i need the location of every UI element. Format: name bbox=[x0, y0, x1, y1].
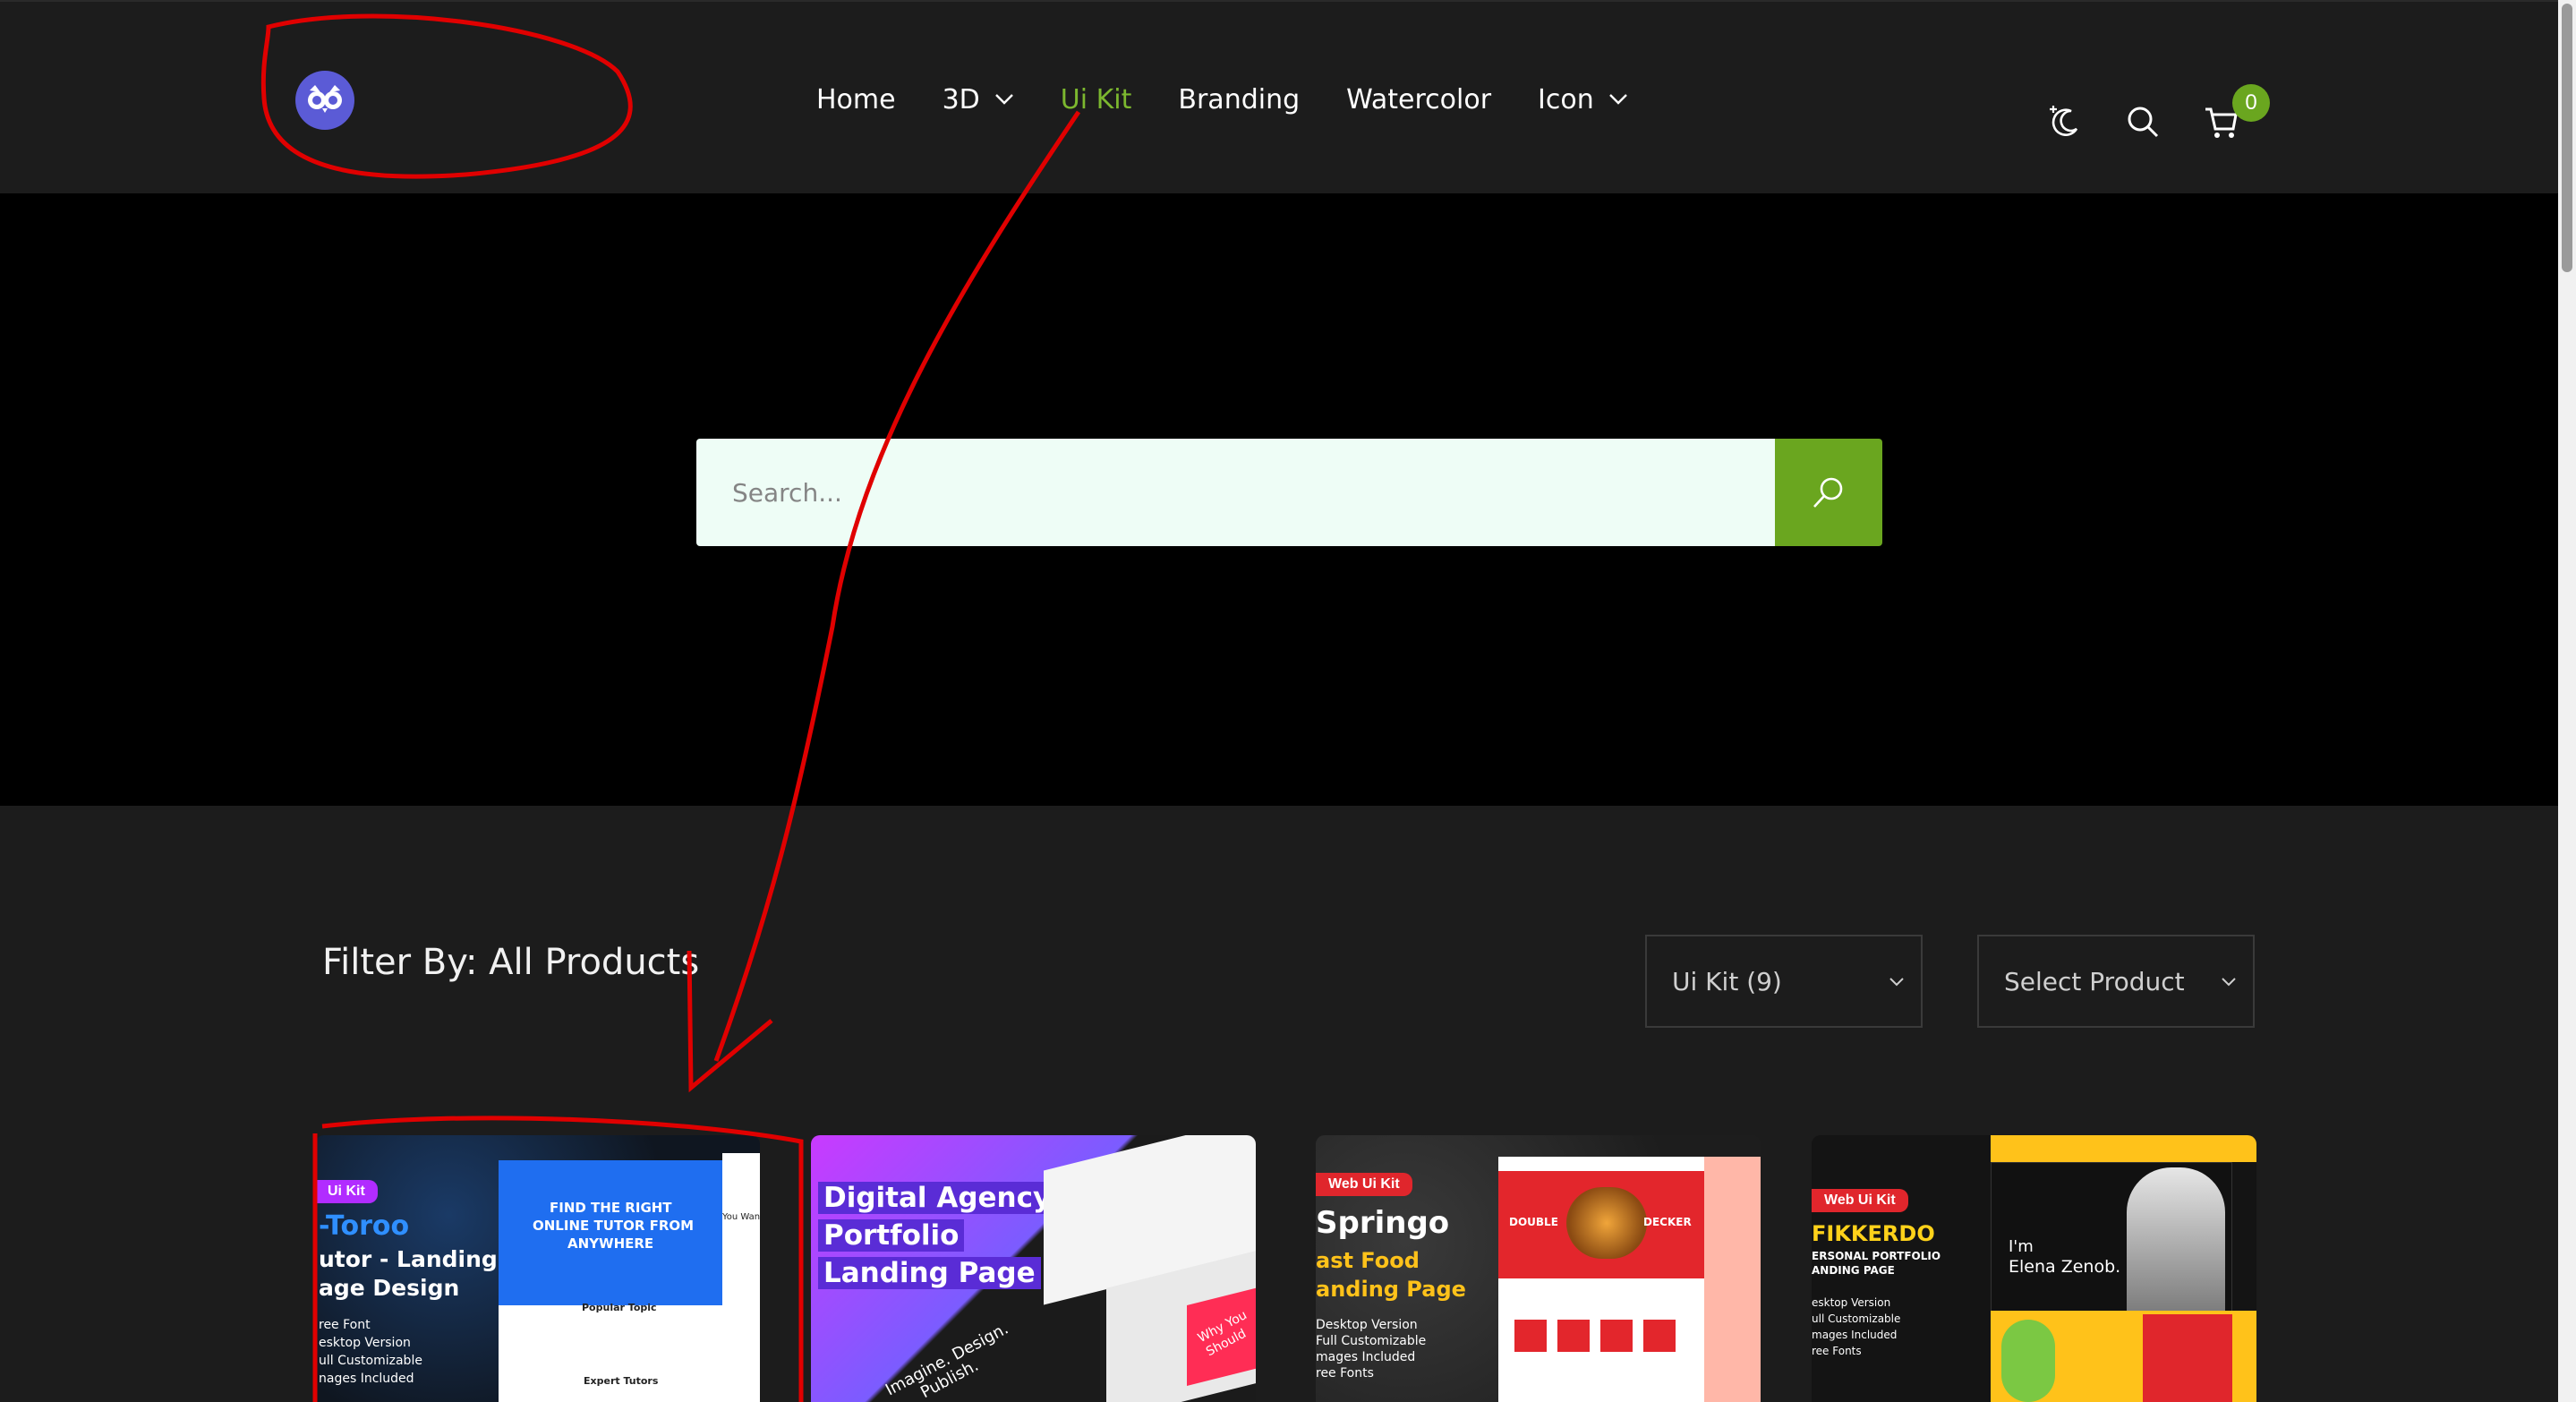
nav-ui-kit[interactable]: Ui Kit bbox=[1061, 84, 1132, 115]
hero-section bbox=[0, 193, 2576, 806]
mockup-banner-text: DOUBLE bbox=[1509, 1216, 1558, 1228]
mockup-banner-text: DECKER bbox=[1643, 1216, 1692, 1228]
card-feature: Full Customizable bbox=[1316, 1334, 1427, 1348]
card-feature: esktop Version bbox=[1812, 1296, 1891, 1309]
nav-icon[interactable]: Icon bbox=[1538, 84, 1628, 115]
scrollbar-thumb[interactable] bbox=[2562, 4, 2572, 272]
chevron-down-icon bbox=[1889, 978, 1904, 987]
mockup-hero-text: I'm bbox=[2009, 1237, 2034, 1256]
card-feature: nages Included bbox=[319, 1372, 414, 1386]
product-select[interactable]: Select Product bbox=[1977, 935, 2255, 1028]
cart-count-badge: 0 bbox=[2232, 84, 2270, 122]
card-subtitle: age Design bbox=[319, 1275, 460, 1301]
search-icon bbox=[1813, 477, 1843, 508]
category-select[interactable]: Ui Kit (9) bbox=[1645, 935, 1923, 1028]
product-card-toroo[interactable]: Ui Kit -Toroo utor - Landing age Design … bbox=[315, 1135, 760, 1402]
filter-heading: Filter By: All Products bbox=[322, 942, 700, 983]
card-title: Portfolio bbox=[818, 1219, 965, 1252]
card-title: Landing Page bbox=[818, 1257, 1041, 1289]
nav-3d[interactable]: 3D bbox=[943, 84, 1014, 115]
card-subtitle: ast Food bbox=[1316, 1248, 1420, 1273]
card-title: Digital Agency bbox=[818, 1182, 1057, 1214]
mockup-section: Expert Tutors bbox=[584, 1375, 659, 1387]
product-card-springo[interactable]: Web Ui Kit Springo ast Food anding Page … bbox=[1316, 1135, 1761, 1402]
mockup-section: Popular Topic bbox=[582, 1302, 657, 1313]
main-nav: Home 3D Ui Kit Branding Watercolor Icon bbox=[816, 79, 1675, 120]
menu-tile bbox=[1557, 1320, 1590, 1352]
portrait-image bbox=[2127, 1167, 2225, 1320]
card-subtitle: ANDING PAGE bbox=[1812, 1264, 1895, 1277]
card-tag: Web Ui Kit bbox=[1316, 1173, 1412, 1196]
products-section: Filter By: All Products Ui Kit (9) Selec… bbox=[0, 806, 2576, 1402]
search-icon[interactable] bbox=[2123, 102, 2162, 141]
burger-image bbox=[1566, 1187, 1647, 1259]
nav-branding[interactable]: Branding bbox=[1178, 84, 1300, 115]
card-subtitle: utor - Landing bbox=[319, 1246, 498, 1272]
dark-mode-moon-icon[interactable] bbox=[2044, 102, 2084, 141]
search-input[interactable] bbox=[696, 439, 1775, 546]
product-card-fikkerdo[interactable]: Web Ui Kit FIKKERDO ERSONAL PORTFOLIO AN… bbox=[1812, 1135, 2256, 1402]
mockup-gallery-tile bbox=[2143, 1314, 2232, 1402]
card-feature: Desktop Version bbox=[1316, 1318, 1418, 1332]
card-feature: mages Included bbox=[1316, 1350, 1416, 1364]
mockup-figure bbox=[2001, 1320, 2055, 1402]
mockup-headline: ONLINE TUTOR FROM bbox=[533, 1218, 695, 1234]
card-subtitle: ERSONAL PORTFOLIO bbox=[1812, 1250, 1941, 1262]
owl-logo-icon[interactable] bbox=[295, 71, 354, 130]
product-card-digital-agency[interactable]: Digital Agency Portfolio Landing Page Im… bbox=[811, 1135, 1256, 1402]
card-feature: ull Customizable bbox=[1812, 1312, 1901, 1325]
nav-home[interactable]: Home bbox=[816, 84, 896, 115]
chevron-down-icon bbox=[2222, 978, 2236, 987]
menu-tile bbox=[1600, 1320, 1633, 1352]
mockup-topbar bbox=[1991, 1135, 2256, 1162]
chevron-down-icon bbox=[1608, 94, 1627, 105]
mockup-side-page bbox=[722, 1153, 760, 1402]
card-feature: ull Customizable bbox=[319, 1354, 422, 1368]
mockup-side-text: You Want bbox=[722, 1212, 760, 1222]
card-title: Springo bbox=[1316, 1205, 1450, 1241]
card-title: -Toroo bbox=[319, 1210, 410, 1242]
card-feature: ree Fonts bbox=[1812, 1345, 1862, 1357]
menu-tile bbox=[1643, 1320, 1676, 1352]
mockup-side-page bbox=[1704, 1157, 1761, 1402]
card-feature: ree Font bbox=[319, 1318, 371, 1332]
nav-watercolor[interactable]: Watercolor bbox=[1346, 84, 1491, 115]
mockup-hero-text: Elena Zenob. bbox=[2009, 1257, 2121, 1277]
card-feature: mages Included bbox=[1812, 1329, 1898, 1341]
chevron-down-icon bbox=[994, 94, 1013, 105]
menu-tile bbox=[1514, 1320, 1547, 1352]
mockup-screen-lower bbox=[499, 1305, 722, 1402]
site-header: Home 3D Ui Kit Branding Watercolor Icon … bbox=[0, 0, 2576, 193]
card-feature: ree Fonts bbox=[1316, 1366, 1374, 1381]
mockup-headline: ANYWHERE bbox=[567, 1235, 654, 1252]
card-subtitle: anding Page bbox=[1316, 1277, 1466, 1302]
card-tag: Web Ui Kit bbox=[1812, 1189, 1908, 1212]
card-tag: Ui Kit bbox=[315, 1180, 378, 1203]
search-button[interactable] bbox=[1775, 439, 1882, 546]
card-title: FIKKERDO bbox=[1812, 1221, 1935, 1246]
card-feature: esktop Version bbox=[319, 1336, 411, 1350]
mockup-headline: FIND THE RIGHT bbox=[550, 1200, 672, 1216]
